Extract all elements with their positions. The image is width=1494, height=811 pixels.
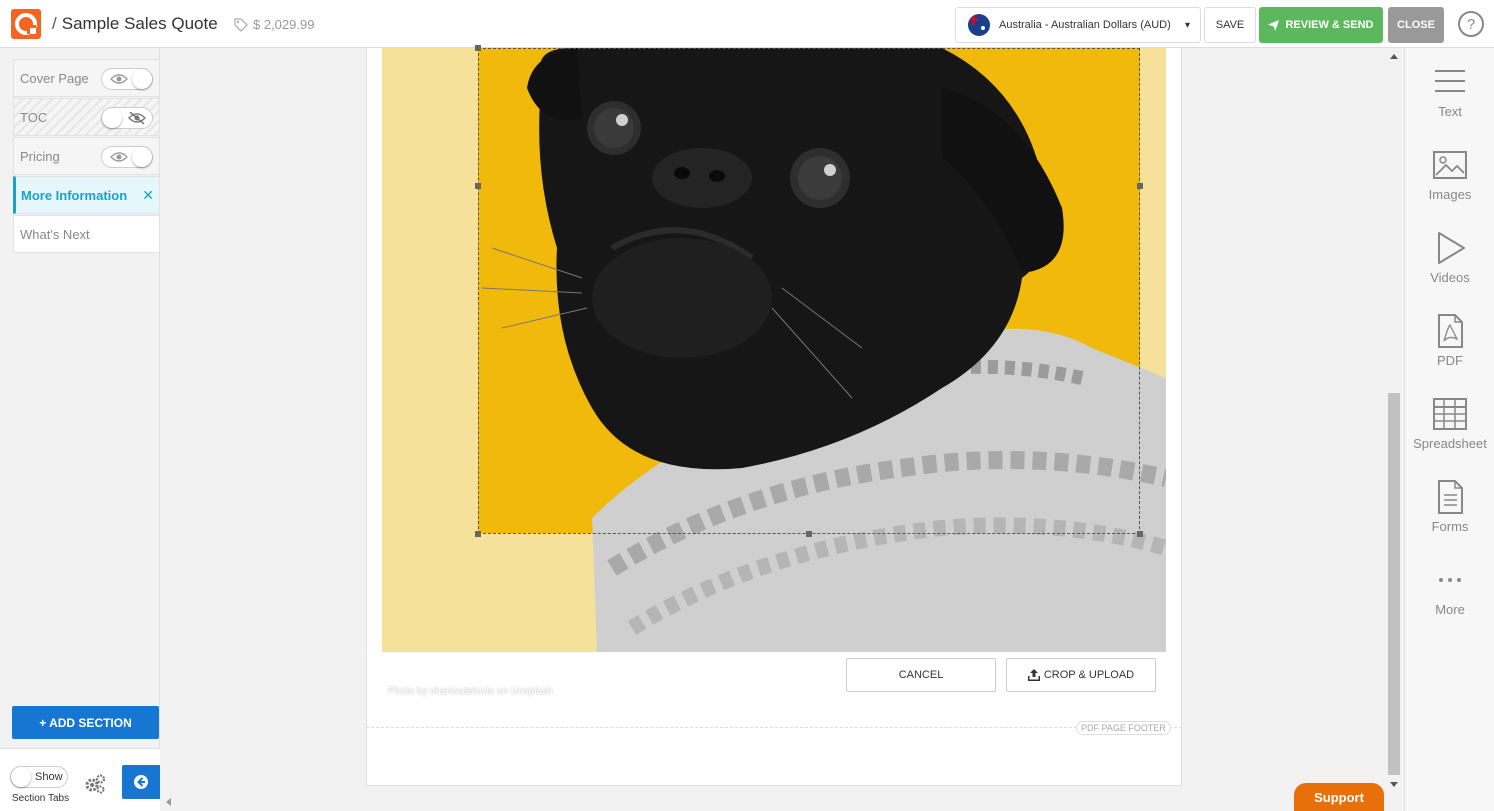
title-text: Sample Sales Quote	[61, 14, 218, 33]
arrow-left-circle-icon	[134, 775, 148, 789]
show-section-tabs-toggle[interactable]: Show	[10, 766, 68, 788]
section-label: Cover Page	[20, 70, 89, 86]
review-send-label: REVIEW & SEND	[1285, 19, 1374, 31]
price-value: $ 2,029.99	[253, 17, 315, 32]
tag-icon	[234, 17, 248, 32]
crop-handle-bottom[interactable]	[806, 531, 812, 537]
section-item-cover-page[interactable]: Cover Page	[13, 59, 160, 97]
more-icon	[1439, 578, 1461, 582]
remove-section-icon[interactable]: ✕	[142, 187, 154, 204]
section-list: Cover Page TOC Pricing More Information …	[13, 59, 160, 254]
currency-select[interactable]: Australia - Australian Dollars (AUD) ▾	[955, 7, 1201, 43]
document-title[interactable]: / Sample Sales Quote	[52, 14, 218, 34]
visibility-toggle[interactable]	[101, 146, 153, 168]
add-section-button[interactable]: + ADD SECTION	[12, 706, 159, 739]
title-separator: /	[52, 14, 57, 33]
currency-label: Australia - Australian Dollars (AUD)	[999, 19, 1171, 31]
section-label: What's Next	[20, 226, 90, 242]
gears-icon[interactable]	[84, 773, 106, 795]
eye-icon	[110, 152, 128, 162]
send-icon	[1268, 19, 1280, 31]
support-button[interactable]: Support	[1294, 783, 1384, 811]
tool-label: Forms	[1431, 519, 1469, 534]
section-item-whats-next[interactable]: What's Next	[13, 215, 160, 253]
crop-handle-bottom-right[interactable]	[1137, 531, 1143, 537]
photo-credit: Photo by charlesdeluvio on Unsplash	[388, 686, 553, 697]
tool-label: Images	[1428, 187, 1472, 202]
upload-icon	[1027, 669, 1040, 681]
collapse-sidebar-button[interactable]	[122, 765, 160, 799]
top-bar: / Sample Sales Quote $ 2,029.99 Australia…	[0, 0, 1494, 48]
tool-videos[interactable]: Videos	[1405, 230, 1494, 310]
app-logo[interactable]	[11, 9, 41, 39]
crop-handle-bottom-left[interactable]	[475, 531, 481, 537]
eye-icon	[110, 74, 128, 84]
section-tabs-label: Section Tabs	[12, 793, 70, 804]
section-label: TOC	[20, 109, 48, 125]
section-item-pricing[interactable]: Pricing	[13, 137, 160, 175]
scrollbar-thumb[interactable]	[1388, 393, 1400, 775]
content-tools-panel: Text Images Videos PDF Spreadsheet Forms…	[1404, 48, 1494, 811]
crop-handle-top-left[interactable]	[475, 45, 481, 51]
scroll-down-icon[interactable]	[1390, 782, 1398, 787]
tool-label: Spreadsheet	[1413, 436, 1487, 451]
crop-upload-button[interactable]: CROP & UPLOAD	[1006, 658, 1156, 692]
tool-pdf[interactable]: PDF	[1405, 313, 1494, 393]
chevron-down-icon: ▾	[1184, 19, 1190, 31]
section-item-more-information[interactable]: More Information ✕	[13, 176, 160, 214]
tool-label: PDF	[1437, 353, 1463, 368]
footer-divider	[366, 727, 1182, 728]
sidebar-footer: Show Section Tabs	[0, 748, 160, 811]
price-tag: $ 2,029.99	[234, 17, 314, 32]
cancel-button[interactable]: CANCEL	[846, 658, 996, 692]
tool-label: Text	[1438, 104, 1462, 119]
pdf-page-footer-label[interactable]: PDF PAGE FOOTER	[1076, 721, 1171, 735]
tool-images[interactable]: Images	[1405, 147, 1494, 227]
section-label: More Information	[21, 187, 128, 203]
grid-icon	[1433, 398, 1467, 430]
review-send-button[interactable]: REVIEW & SEND	[1259, 7, 1383, 43]
section-label: Pricing	[20, 148, 60, 164]
visibility-toggle[interactable]	[101, 68, 153, 90]
form-icon	[1438, 480, 1463, 514]
section-sidebar: Cover Page TOC Pricing More Information …	[0, 48, 160, 811]
image-icon	[1433, 151, 1467, 179]
text-icon	[1435, 70, 1465, 92]
crop-handle-left[interactable]	[475, 183, 481, 189]
pdf-icon	[1438, 314, 1463, 348]
scroll-up-icon[interactable]	[1390, 54, 1398, 59]
play-icon	[1438, 232, 1465, 264]
tool-forms[interactable]: Forms	[1405, 479, 1494, 559]
help-icon[interactable]: ?	[1458, 11, 1484, 37]
eye-slash-icon	[128, 112, 146, 124]
australia-flag-icon	[968, 14, 990, 36]
visibility-toggle[interactable]	[101, 107, 153, 129]
close-button[interactable]: CLOSE	[1388, 7, 1444, 43]
tool-spreadsheet[interactable]: Spreadsheet	[1405, 396, 1494, 476]
crop-upload-label: CROP & UPLOAD	[1043, 669, 1135, 681]
scroll-left-icon[interactable]	[166, 798, 171, 806]
tool-more[interactable]: More	[1405, 562, 1494, 642]
vertical-scrollbar[interactable]	[1386, 48, 1402, 796]
crop-selection-box[interactable]	[475, 45, 1143, 537]
save-button[interactable]: SAVE	[1204, 7, 1256, 43]
section-item-toc[interactable]: TOC	[13, 98, 160, 136]
tool-label: Videos	[1430, 270, 1470, 285]
logo-icon	[15, 13, 37, 35]
tool-text[interactable]: Text	[1405, 64, 1494, 144]
tool-label: More	[1435, 602, 1465, 617]
crop-handle-right[interactable]	[1137, 183, 1143, 189]
show-toggle-label: Show	[35, 771, 63, 783]
